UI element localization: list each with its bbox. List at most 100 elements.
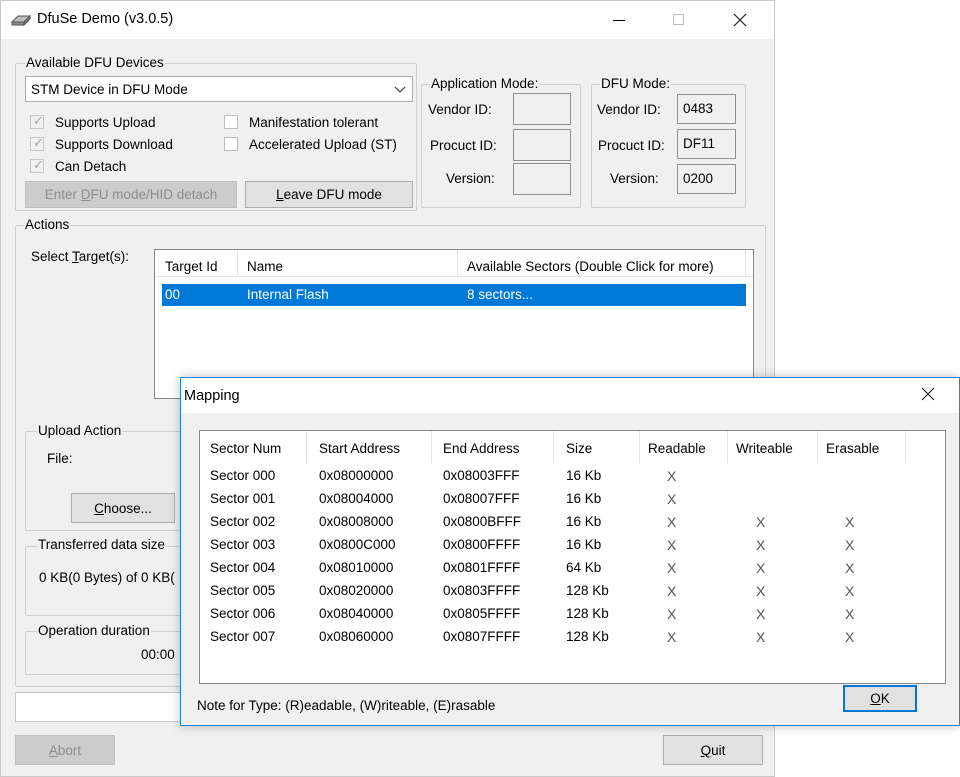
col-target-id[interactable]: Target Id <box>165 259 218 274</box>
column-divider[interactable] <box>727 431 728 463</box>
label-text: Select <box>31 249 73 264</box>
application-mode-label: Application Mode: <box>430 76 540 91</box>
column-divider[interactable] <box>457 250 458 277</box>
readable-cell: X <box>667 537 677 553</box>
button-label: uit <box>711 743 726 758</box>
column-divider[interactable] <box>817 431 818 463</box>
abort-button[interactable]: Abort <box>15 735 115 765</box>
window-title: DfuSe Demo (v3.0.5) <box>37 11 174 27</box>
file-label: File: <box>47 451 73 466</box>
column-divider[interactable] <box>745 250 746 277</box>
button-mnemonic: A <box>48 743 58 758</box>
readable-cell: X <box>667 491 677 507</box>
col-start-address[interactable]: Start Address <box>319 441 400 456</box>
size-cell: 16 Kb <box>566 468 602 483</box>
dfu-version-field[interactable]: 0200 <box>677 164 736 194</box>
writeable-cell: X <box>756 537 766 553</box>
supports-download-checkbox[interactable]: ✓ <box>30 135 44 151</box>
sector-row[interactable]: Sector 006 0x08040000 0x0805FFFF 128 Kb … <box>200 606 945 629</box>
column-divider[interactable] <box>431 431 432 463</box>
mapping-close-button[interactable] <box>921 387 939 405</box>
status-bar <box>15 692 185 722</box>
size-cell: 128 Kb <box>566 629 609 644</box>
sector-row[interactable]: Sector 001 0x08004000 0x08007FFF 16 Kb X <box>200 491 945 514</box>
end-address-cell: 0x0805FFFF <box>443 606 521 621</box>
transferred-label: Transferred data size <box>37 537 167 552</box>
col-readable[interactable]: Readable <box>648 441 706 456</box>
close-icon <box>733 13 747 27</box>
supports-upload-label: Supports Upload <box>55 115 156 130</box>
dfu-product-id-field[interactable]: DF11 <box>677 129 736 159</box>
end-address-cell: 0x0800BFFF <box>443 514 522 529</box>
app-vendor-id-label: Vendor ID: <box>428 102 492 117</box>
checkmark-icon: ✓ <box>33 113 44 128</box>
enter-dfu-mode-button[interactable]: Enter DFU mode/HID detach <box>25 181 237 208</box>
sector-row[interactable]: Sector 007 0x08060000 0x0807FFFF 128 Kb … <box>200 629 945 652</box>
end-address-cell: 0x0801FFFF <box>443 560 521 575</box>
accelerated-upload-label: Accelerated Upload (ST) <box>249 137 397 152</box>
col-size[interactable]: Size <box>566 441 592 456</box>
mapping-dialog: Mapping Sector Num Start Address End Add… <box>180 377 960 726</box>
sector-num-cell: Sector 004 <box>210 560 276 575</box>
button-mnemonic: Q <box>700 743 712 758</box>
sector-row[interactable]: Sector 003 0x0800C000 0x0800FFFF 16 Kb X… <box>200 537 945 560</box>
size-cell: 128 Kb <box>566 583 609 598</box>
field-value: DF11 <box>683 136 716 151</box>
leave-dfu-mode-button[interactable]: Leave DFU mode <box>245 181 413 208</box>
supports-upload-checkbox[interactable]: ✓ <box>30 113 44 129</box>
col-available-sectors[interactable]: Available Sectors (Double Click for more… <box>467 259 714 274</box>
manifestation-tolerant-checkbox[interactable] <box>224 115 238 129</box>
start-address-cell: 0x08040000 <box>319 606 394 621</box>
sector-row[interactable]: Sector 005 0x08020000 0x0803FFFF 128 Kb … <box>200 583 945 606</box>
actions-label: Actions <box>24 217 71 232</box>
accelerated-upload-checkbox[interactable] <box>224 137 238 151</box>
app-vendor-id-field[interactable] <box>513 93 571 125</box>
minimize-button[interactable] <box>596 3 642 37</box>
erasable-cell: X <box>845 537 855 553</box>
col-sector-num[interactable]: Sector Num <box>210 441 281 456</box>
erasable-cell: X <box>845 583 855 599</box>
target-row[interactable]: 00 Internal Flash 8 sectors... <box>162 284 746 306</box>
sector-row[interactable]: Sector 002 0x08008000 0x0800BFFF 16 Kb X… <box>200 514 945 537</box>
sector-num-cell: Sector 003 <box>210 537 276 552</box>
button-label: bort <box>57 743 82 758</box>
size-cell: 16 Kb <box>566 537 602 552</box>
duration-value: 00:00 <box>141 647 175 662</box>
start-address-cell: 0x08010000 <box>319 560 394 575</box>
manifestation-tolerant-label: Manifestation tolerant <box>249 115 379 130</box>
app-product-id-field[interactable] <box>513 129 571 161</box>
ok-button[interactable]: OK <box>843 685 917 712</box>
supports-download-label: Supports Download <box>55 137 173 152</box>
choose-button[interactable]: Choose... <box>71 493 175 523</box>
maximize-button[interactable] <box>655 3 701 37</box>
column-divider[interactable] <box>553 431 554 463</box>
col-end-address[interactable]: End Address <box>443 441 520 456</box>
sector-row[interactable]: Sector 004 0x08010000 0x0801FFFF 64 Kb X… <box>200 560 945 583</box>
column-divider[interactable] <box>237 250 238 277</box>
device-select[interactable]: STM Device in DFU Mode <box>25 76 413 102</box>
dfu-vendor-id-field[interactable]: 0483 <box>677 94 736 124</box>
start-address-cell: 0x08020000 <box>319 583 394 598</box>
column-divider[interactable] <box>639 431 640 463</box>
close-button[interactable] <box>717 3 763 37</box>
button-mnemonic: L <box>276 187 284 202</box>
column-divider[interactable] <box>306 431 307 463</box>
col-writeable[interactable]: Writeable <box>736 441 793 456</box>
main-titlebar[interactable]: DfuSe Demo (v3.0.5) <box>1 1 774 39</box>
sector-map-table[interactable]: Sector Num Start Address End Address Siz… <box>199 430 946 684</box>
start-address-cell: 0x08004000 <box>319 491 394 506</box>
quit-button[interactable]: Quit <box>663 735 763 765</box>
app-version-field[interactable] <box>513 163 571 195</box>
checkmark-icon: ✓ <box>33 135 44 150</box>
erasable-cell: X <box>845 514 855 530</box>
col-name[interactable]: Name <box>247 259 283 274</box>
writeable-cell: X <box>756 583 766 599</box>
column-divider[interactable] <box>905 431 906 463</box>
size-cell: 128 Kb <box>566 606 609 621</box>
mapping-titlebar[interactable]: Mapping <box>181 378 959 413</box>
can-detach-checkbox[interactable]: ✓ <box>30 157 44 173</box>
end-address-cell: 0x08003FFF <box>443 468 520 483</box>
col-erasable[interactable]: Erasable <box>826 441 879 456</box>
type-note: Note for Type: (R)eadable, (W)riteable, … <box>197 698 496 713</box>
sector-row[interactable]: Sector 000 0x08000000 0x08003FFF 16 Kb X <box>200 468 945 491</box>
